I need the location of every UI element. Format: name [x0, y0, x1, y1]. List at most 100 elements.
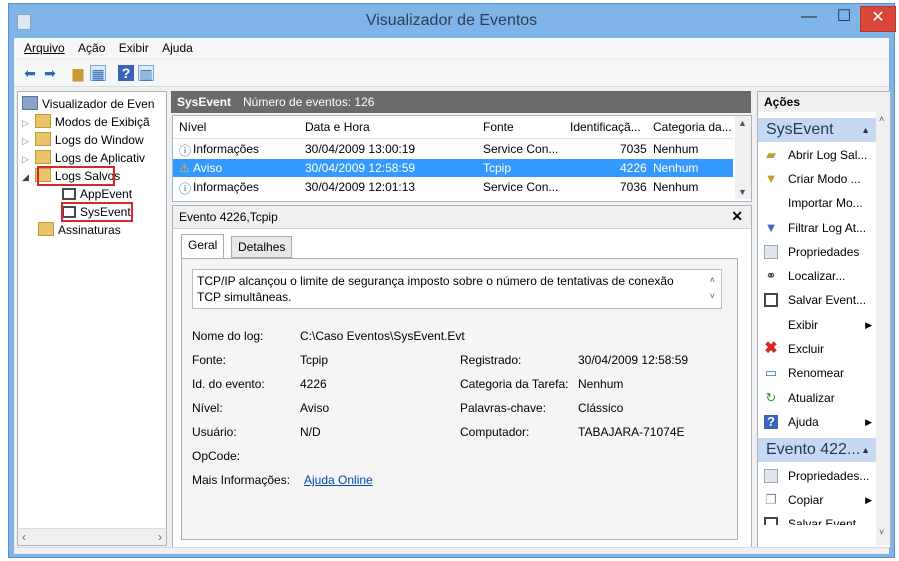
tree-item-assinaturas[interactable]: Assinaturas	[38, 222, 121, 238]
show-tree-icon[interactable]: ▦	[90, 65, 106, 82]
user-value: N/D	[300, 425, 321, 439]
collapse-icon[interactable]: ▲	[861, 438, 870, 462]
refresh-icon: ↻	[765, 390, 777, 405]
scroll-up-icon[interactable]: ˄	[710, 272, 715, 288]
action-save-events[interactable]: Salvar Event...	[758, 289, 876, 311]
rename-icon: ▭	[764, 365, 778, 380]
submenu-arrow-icon: ▶	[865, 495, 872, 505]
close-button[interactable]: ✕	[860, 6, 896, 32]
action-refresh[interactable]: ↻ Atualizar	[758, 387, 876, 409]
tree-item-logs-windows[interactable]: ▷ Logs do Window	[22, 132, 144, 148]
main-window: Visualizador de Eventos — ☐ ✕ Arquivo Aç…	[8, 3, 896, 558]
col-category[interactable]: Categoria da...	[653, 120, 732, 134]
action-create-view[interactable]: ▼ Criar Modo ...	[758, 168, 876, 190]
col-date[interactable]: Data e Hora	[305, 120, 370, 134]
folder-up-icon[interactable]: ▆	[70, 65, 86, 81]
tab-geral[interactable]: Geral	[181, 234, 225, 259]
tab-geral-content: TCP/IP alcançou o limite de segurança im…	[181, 258, 738, 540]
highlight-sysevent	[61, 202, 133, 222]
event-detail-panel: Evento 4226,Tcpip ✕ Geral Detalhes TCP/I…	[172, 205, 752, 548]
table-row[interactable]: ⓘ Informações 30/04/2009 13:00:19 Servic…	[173, 140, 733, 158]
menu-arquivo[interactable]: Arquivo	[24, 41, 65, 55]
minimize-button[interactable]: —	[794, 6, 824, 30]
filter-icon: ▼	[764, 171, 778, 186]
scroll-up-icon[interactable]: ▲	[738, 118, 747, 128]
action-open-saved-log[interactable]: ▰ Abrir Log Sal...	[758, 144, 876, 166]
help-icon: ?	[764, 415, 778, 429]
action-find[interactable]: ⚭ Localizar...	[758, 265, 876, 287]
expand-icon[interactable]: ▷	[22, 136, 29, 146]
online-help-link[interactable]: Ajuda Online	[304, 473, 373, 487]
menu-exibir[interactable]: Exibir	[119, 41, 149, 55]
collapse-icon[interactable]: ▲	[861, 118, 870, 142]
menu-ajuda[interactable]: Ajuda	[162, 41, 193, 55]
scroll-down-icon[interactable]: ▼	[738, 187, 747, 197]
col-source[interactable]: Fonte	[483, 120, 514, 134]
maximize-button[interactable]: ☐	[829, 6, 859, 30]
close-detail-icon[interactable]: ✕	[731, 208, 743, 225]
action-import-view[interactable]: Importar Mo...	[758, 192, 876, 214]
tree-item-modos[interactable]: ▷ Modos de Exibiçã	[22, 114, 150, 130]
delete-icon: ✖	[764, 340, 778, 357]
actions-scrollbar[interactable]: ˄ ˅	[876, 112, 890, 545]
scroll-down-icon[interactable]: ˅	[879, 527, 884, 537]
folder-icon	[34, 114, 51, 128]
actions-pane: Ações SysEvent ▲ ▰ Abrir Log Sal... ▼ Cria…	[757, 91, 891, 548]
properties-icon	[764, 245, 778, 259]
action-save-event[interactable]: Salvar Event...	[758, 513, 876, 525]
expand-icon[interactable]: ▷	[22, 154, 29, 164]
menu-acao[interactable]: Ação	[78, 41, 105, 55]
action-view[interactable]: Exibir ▶	[758, 314, 876, 336]
col-id[interactable]: Identificaçã...	[570, 120, 641, 134]
scroll-right-icon[interactable]: ›	[158, 530, 162, 544]
subscriptions-icon	[38, 222, 54, 236]
tab-detalhes[interactable]: Detalhes	[231, 236, 293, 258]
tree-item-appevent[interactable]: AppEvent	[62, 186, 132, 202]
forward-arrow-icon[interactable]: ➡	[42, 65, 58, 81]
event-description: TCP/IP alcançou o limite de segurança im…	[192, 269, 722, 309]
scroll-left-icon[interactable]: ‹	[22, 530, 26, 544]
tree-horizontal-scrollbar[interactable]: ‹ ›	[18, 528, 166, 545]
title-bar[interactable]: Visualizador de Eventos — ☐ ✕	[9, 4, 896, 38]
computer-value: TABAJARA-71074E	[578, 425, 685, 439]
event-id-label: Id. do evento:	[192, 377, 265, 391]
scroll-down-icon[interactable]: ˅	[710, 288, 715, 304]
tree-root[interactable]: Visualizador de Even	[22, 96, 155, 112]
show-actions-icon[interactable]: ▥	[138, 65, 154, 82]
expand-icon[interactable]: ▷	[22, 118, 29, 128]
scroll-up-icon[interactable]: ˄	[879, 114, 884, 124]
keywords-label: Palavras-chave:	[460, 401, 547, 415]
opcode-label: OpCode:	[192, 449, 241, 463]
folder-icon	[34, 150, 51, 164]
info-icon: ⓘ	[179, 182, 192, 196]
computer-label: Computador:	[460, 425, 530, 439]
action-properties[interactable]: Propriedades	[758, 241, 876, 263]
table-row-selected[interactable]: ⚠ Aviso 30/04/2009 12:58:59 Tcpip 4226 N…	[173, 159, 733, 177]
event-viewer-icon	[22, 96, 38, 110]
highlight-logs-salvos	[37, 166, 115, 186]
table-row[interactable]: ⓘ Informações 30/04/2009 12:01:13 Servic…	[173, 178, 733, 196]
col-level[interactable]: Nível	[179, 120, 206, 134]
task-category-value: Nenhum	[578, 377, 624, 391]
collapse-icon[interactable]: ◢	[22, 172, 29, 182]
action-help[interactable]: ? Ajuda ▶	[758, 411, 876, 433]
submenu-arrow-icon: ▶	[865, 417, 872, 427]
action-filter-log[interactable]: ▼ Filtrar Log At...	[758, 217, 876, 239]
action-rename[interactable]: ▭ Renomear	[758, 362, 876, 384]
user-label: Usuário:	[192, 425, 237, 439]
task-category-label: Categoria da Tarefa:	[460, 377, 569, 391]
info-icon: ⓘ	[179, 144, 192, 158]
actions-section-event[interactable]: Evento 422... ▲	[758, 438, 876, 462]
actions-section-sysevent[interactable]: SysEvent ▲	[758, 118, 876, 142]
back-arrow-icon[interactable]: ⬅	[22, 65, 38, 81]
help-icon[interactable]: ?	[118, 65, 134, 81]
action-event-properties[interactable]: Propriedades...	[758, 465, 876, 487]
level-label: Nível:	[192, 401, 223, 415]
event-list-header: SysEvent Número de eventos: 126	[171, 91, 751, 113]
action-delete[interactable]: ✖ Excluir	[758, 338, 876, 360]
event-list-columns: Nível Data e Hora Fonte Identificaçã... …	[173, 116, 733, 139]
tree-item-logs-aplicativos[interactable]: ▷ Logs de Aplicativ	[22, 150, 145, 166]
event-list-scrollbar[interactable]: ▲ ▼	[735, 116, 751, 199]
event-list: Nível Data e Hora Fonte Identificaçã... …	[172, 115, 752, 202]
action-copy[interactable]: ❐ Copiar ▶	[758, 489, 876, 511]
